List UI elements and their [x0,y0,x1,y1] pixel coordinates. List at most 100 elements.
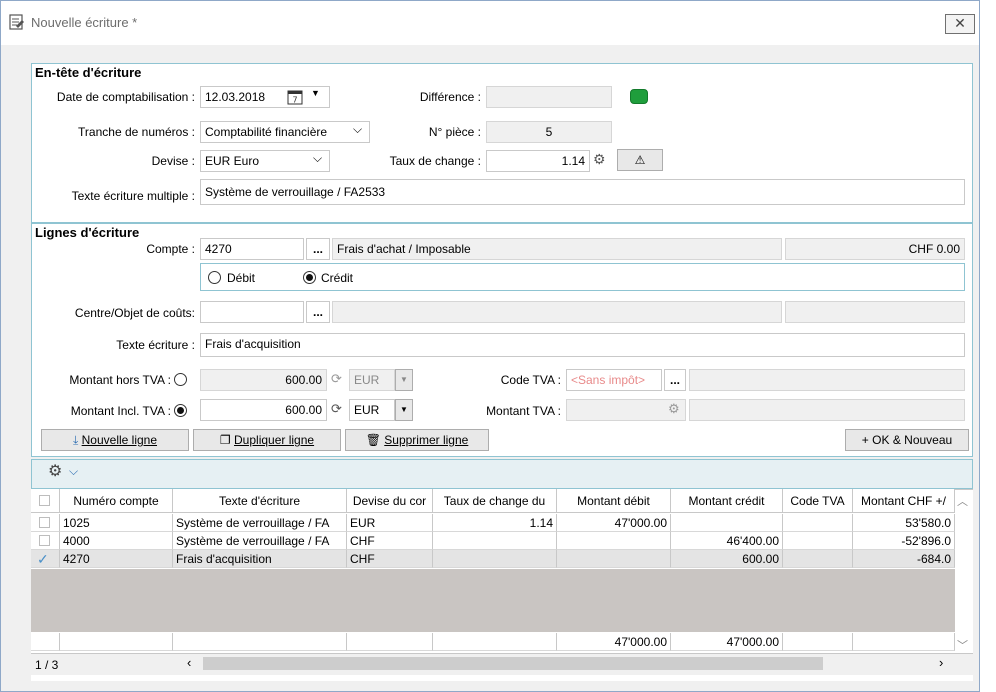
incl-currency-dropdown[interactable]: ▼ [395,399,413,421]
chevron-down-icon[interactable]: ⌵ [313,151,322,166]
difference-label: Différence : [419,90,481,104]
ok-new-button[interactable]: + OK & Nouveau [845,429,969,451]
centre-input[interactable] [200,301,304,323]
scroll-down-icon[interactable]: ﹀ [957,637,968,653]
col-header-debit[interactable]: Montant débit [557,489,671,513]
credit-label[interactable]: Crédit [321,270,353,286]
compte-lookup-button[interactable]: ... [306,238,330,260]
totals-cell [173,633,347,651]
table-cell-debit[interactable]: 47'000.00 [557,514,671,532]
compte-label: Compte : [146,242,195,256]
chevron-down-icon[interactable]: ⌵ [69,464,78,479]
new-line-button[interactable]: ⤓ Nouvelle ligne [41,429,189,451]
taux-input[interactable]: 1.14 [486,150,590,172]
col-header-credit[interactable]: Montant crédit [671,489,783,513]
incl-radio[interactable] [174,404,187,417]
tranche-label: Tranche de numéros : [78,125,195,139]
table-cell-debit[interactable] [557,532,671,550]
table-cell-chf[interactable]: -684.0 [853,550,955,568]
texte-multiple-input[interactable]: Système de verrouillage / FA2533 [200,179,965,205]
credit-radio[interactable] [303,271,316,284]
table-cell-devise[interactable]: EUR [347,514,433,532]
compte-description: Frais d'achat / Imposable [332,238,782,260]
incl-currency[interactable]: EUR [349,399,395,421]
code-tva-label: Code TVA : [500,373,561,387]
scroll-up-icon[interactable]: ︿ [957,493,968,509]
row-select-cell[interactable] [31,514,60,532]
scroll-right-icon[interactable]: › [939,655,943,670]
col-header-code[interactable]: Code TVA [783,489,853,513]
col-header-taux[interactable]: Taux de change du [433,489,557,513]
ht-currency-dropdown: ▼ [395,369,413,391]
col-header-devise[interactable]: Devise du cor [347,489,433,513]
debit-radio[interactable] [208,271,221,284]
code-tva-lookup-button[interactable]: ... [664,369,686,391]
table-cell-chf[interactable]: -52'896.0 [853,532,955,550]
table-cell-chf[interactable]: 53'580.0 [853,514,955,532]
table-empty-area [31,569,955,632]
header-group-title: En-tête d'écriture [35,65,142,80]
row-select-cell[interactable] [31,532,60,550]
duplicate-line-button[interactable]: ❐ Dupliquer ligne [193,429,341,451]
table-cell-texte[interactable]: Frais d'acquisition [173,550,347,568]
table-cell-debit[interactable] [557,550,671,568]
select-all-column[interactable] [31,489,60,513]
incl-input[interactable]: 600.00 [200,399,327,421]
ht-input: 600.00 [200,369,327,391]
montant-tva-label: Montant TVA : [486,404,561,418]
table-cell-credit[interactable]: 46'400.00 [671,532,783,550]
delete-line-button[interactable]: 🗑 Supprimer ligne [345,429,489,451]
warning-button[interactable]: ⚠ [617,149,663,171]
totals-cell [347,633,433,651]
warning-icon: ⚠ [634,153,646,167]
montant-tva-extra [689,399,965,421]
window: Nouvelle écriture * ✕ En-tête d'écriture… [0,0,980,692]
select-all-checkbox[interactable] [39,495,50,506]
table-cell-code[interactable] [783,550,853,568]
table-cell-devise[interactable]: CHF [347,550,433,568]
table-cell-compte[interactable]: 1025 [60,514,173,532]
row-select-cell[interactable]: ✓ [31,550,60,568]
totals-cell [853,633,955,651]
texte-multiple-label: Texte écriture multiple : [71,189,195,203]
devise-select[interactable]: EUR Euro [200,150,330,172]
texte-label: Texte écriture : [116,338,195,352]
calendar-icon[interactable]: 7 [287,89,303,105]
title-bar: Nouvelle écriture * ✕ [1,1,979,45]
texte-input[interactable]: Frais d'acquisition [200,333,965,357]
code-tva-input[interactable]: <Sans impôt> [566,369,662,391]
col-header-chf[interactable]: Montant CHF +/ [853,489,955,513]
date-dropdown-icon[interactable]: ▼ [311,88,320,98]
table-cell-credit[interactable] [671,514,783,532]
table-cell-credit[interactable]: 600.00 [671,550,783,568]
horizontal-scrollbar-thumb[interactable] [203,657,823,670]
table-cell-code[interactable] [783,532,853,550]
chevron-down-icon[interactable]: ⌵ [353,122,362,137]
table-cell-taux[interactable] [433,550,557,568]
col-header-texte[interactable]: Texte d'écriture [173,489,347,513]
compte-balance: CHF 0.00 [785,238,965,260]
row-checkbox[interactable] [39,535,50,546]
totals-cell [31,633,60,651]
gear-icon[interactable]: ⚙ [593,151,606,168]
debit-label[interactable]: Débit [227,270,255,286]
table-cell-code[interactable] [783,514,853,532]
settings-gear-icon[interactable]: ⚙ [48,461,62,481]
tranche-select[interactable]: Comptabilité financière [200,121,370,143]
compte-input[interactable]: 4270 [200,238,304,260]
table-cell-devise[interactable]: CHF [347,532,433,550]
piece-label: N° pièce : [428,125,481,139]
table-cell-compte[interactable]: 4000 [60,532,173,550]
table-cell-compte[interactable]: 4270 [60,550,173,568]
close-button[interactable]: ✕ [945,14,975,34]
scroll-left-icon[interactable]: ‹ [187,655,191,670]
table-cell-taux[interactable]: 1.14 [433,514,557,532]
row-checkbox[interactable] [39,517,50,528]
table-cell-texte[interactable]: Système de verrouillage / FA [173,532,347,550]
centre-lookup-button[interactable]: ... [306,301,330,323]
plus-icon: + [861,433,869,447]
ht-radio[interactable] [174,373,187,386]
table-cell-texte[interactable]: Système de verrouillage / FA [173,514,347,532]
table-cell-taux[interactable] [433,532,557,550]
col-header-compte[interactable]: Numéro compte [60,489,173,513]
